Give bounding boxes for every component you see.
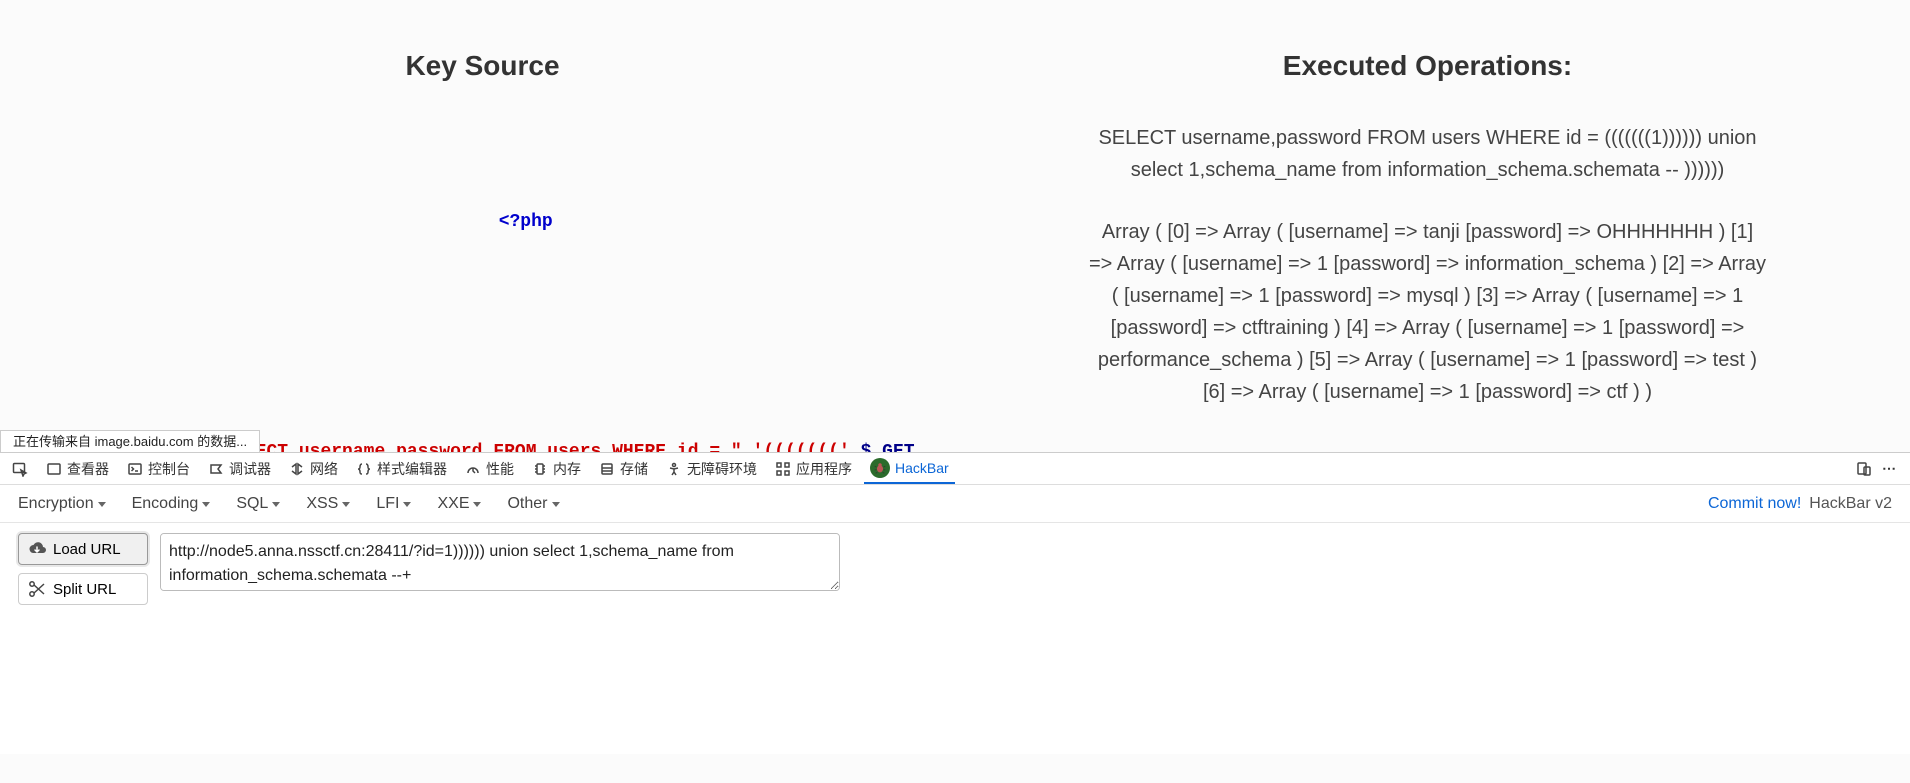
- tab-memory[interactable]: 内存: [526, 453, 587, 484]
- hackbar-menu-sql[interactable]: SQL: [236, 495, 280, 513]
- hackbar-menu-encryption[interactable]: Encryption: [18, 495, 106, 513]
- tab-hackbar[interactable]: HackBar: [864, 453, 955, 484]
- hackbar-main: Load URL Split URL: [0, 523, 1910, 754]
- caret-down-icon: [272, 502, 280, 507]
- caret-down-icon: [552, 502, 560, 507]
- accessibility-icon: [666, 461, 682, 477]
- hackbar-menu-lfi[interactable]: LFI: [376, 495, 411, 513]
- hackbar-menu-lfi-label: LFI: [376, 495, 399, 513]
- caret-down-icon: [202, 502, 210, 507]
- tab-network-label: 网络: [310, 459, 338, 479]
- hackbar-menu-other[interactable]: Other: [507, 495, 559, 513]
- caret-down-icon: [403, 502, 411, 507]
- hackbar-menu-encoding[interactable]: Encoding: [132, 495, 211, 513]
- tab-memory-label: 内存: [553, 459, 581, 479]
- hackbar-menu-encoding-label: Encoding: [132, 495, 199, 513]
- hackbar-menu-other-label: Other: [507, 495, 547, 513]
- style-editor-icon: [356, 461, 372, 477]
- hackbar-url-input[interactable]: [160, 533, 840, 591]
- tab-style-label: 样式编辑器: [377, 459, 447, 479]
- cloud-download-icon: [27, 539, 47, 559]
- tab-storage-label: 存储: [620, 459, 648, 479]
- load-url-button-label: Load URL: [53, 541, 121, 558]
- tab-network[interactable]: 网络: [283, 453, 344, 484]
- hackbar-bug-icon: [870, 458, 890, 478]
- scissors-icon: [27, 579, 47, 599]
- console-icon: [127, 461, 143, 477]
- hackbar-toolbar: Encryption Encoding SQL XSS LFI XXE Othe…: [0, 485, 1910, 523]
- performance-icon: [465, 461, 481, 477]
- more-options-icon[interactable]: ⋯: [1882, 461, 1898, 477]
- pick-element-icon: [12, 461, 28, 477]
- tab-accessibility-label: 无障碍环境: [687, 459, 757, 479]
- executed-query-text: SELECT username,password FROM users WHER…: [1088, 122, 1768, 186]
- executed-operations-title: Executed Operations:: [965, 50, 1890, 82]
- tab-inspector-label: 查看器: [67, 459, 109, 479]
- hackbar-version-label: HackBar v2: [1809, 495, 1892, 513]
- hackbar-sidebar: Load URL Split URL: [18, 533, 148, 744]
- tab-performance[interactable]: 性能: [459, 453, 520, 484]
- tab-performance-label: 性能: [486, 459, 514, 479]
- hackbar-menu-xxe[interactable]: XXE: [437, 495, 481, 513]
- load-url-button[interactable]: Load URL: [18, 533, 148, 565]
- tab-debugger-label: 调试器: [229, 459, 271, 479]
- tab-debugger[interactable]: 调试器: [202, 453, 277, 484]
- executed-operations-panel: Executed Operations: SELECT username,pas…: [955, 50, 1900, 400]
- key-source-title: Key Source: [20, 50, 945, 82]
- caret-down-icon: [473, 502, 481, 507]
- debugger-icon: [208, 461, 224, 477]
- hackbar-menu-xss-label: XSS: [306, 495, 338, 513]
- status-bar-message: 正在传输来自 image.baidu.com 的数据...: [0, 430, 260, 452]
- devtools-pick-element-button[interactable]: [6, 453, 34, 484]
- devtools-panel: 查看器 控制台 调试器 网络 样式编辑器: [0, 452, 1910, 754]
- tab-application-label: 应用程序: [796, 459, 852, 479]
- caret-down-icon: [342, 502, 350, 507]
- tab-application[interactable]: 应用程序: [769, 453, 858, 484]
- hackbar-menu-xxe-label: XXE: [437, 495, 469, 513]
- tab-accessibility[interactable]: 无障碍环境: [660, 453, 763, 484]
- devtools-tabstrip: 查看器 控制台 调试器 网络 样式编辑器: [0, 453, 1910, 485]
- split-url-button[interactable]: Split URL: [18, 573, 148, 605]
- responsive-mode-icon[interactable]: [1856, 461, 1872, 477]
- memory-icon: [532, 461, 548, 477]
- main-content: Key Source <?php $sql = "SELECT username…: [0, 0, 1910, 430]
- storage-icon: [599, 461, 615, 477]
- split-url-button-label: Split URL: [53, 581, 116, 598]
- tab-console-label: 控制台: [148, 459, 190, 479]
- hackbar-menu-xss[interactable]: XSS: [306, 495, 350, 513]
- network-icon: [289, 461, 305, 477]
- application-icon: [775, 461, 791, 477]
- hackbar-menu-encryption-label: Encryption: [18, 495, 94, 513]
- tab-hackbar-label: HackBar: [895, 460, 949, 476]
- caret-down-icon: [98, 502, 106, 507]
- hackbar-commit-link[interactable]: Commit now!: [1708, 495, 1801, 513]
- executed-result-text: Array ( [0] => Array ( [username] => tan…: [1088, 216, 1768, 408]
- hackbar-menu-sql-label: SQL: [236, 495, 268, 513]
- tab-console[interactable]: 控制台: [121, 453, 196, 484]
- tab-style-editor[interactable]: 样式编辑器: [350, 453, 453, 484]
- tab-storage[interactable]: 存储: [593, 453, 654, 484]
- key-source-panel: Key Source <?php $sql = "SELECT username…: [10, 50, 955, 400]
- tab-inspector[interactable]: 查看器: [40, 453, 115, 484]
- php-open-tag: <?php: [499, 212, 553, 232]
- inspector-icon: [46, 461, 62, 477]
